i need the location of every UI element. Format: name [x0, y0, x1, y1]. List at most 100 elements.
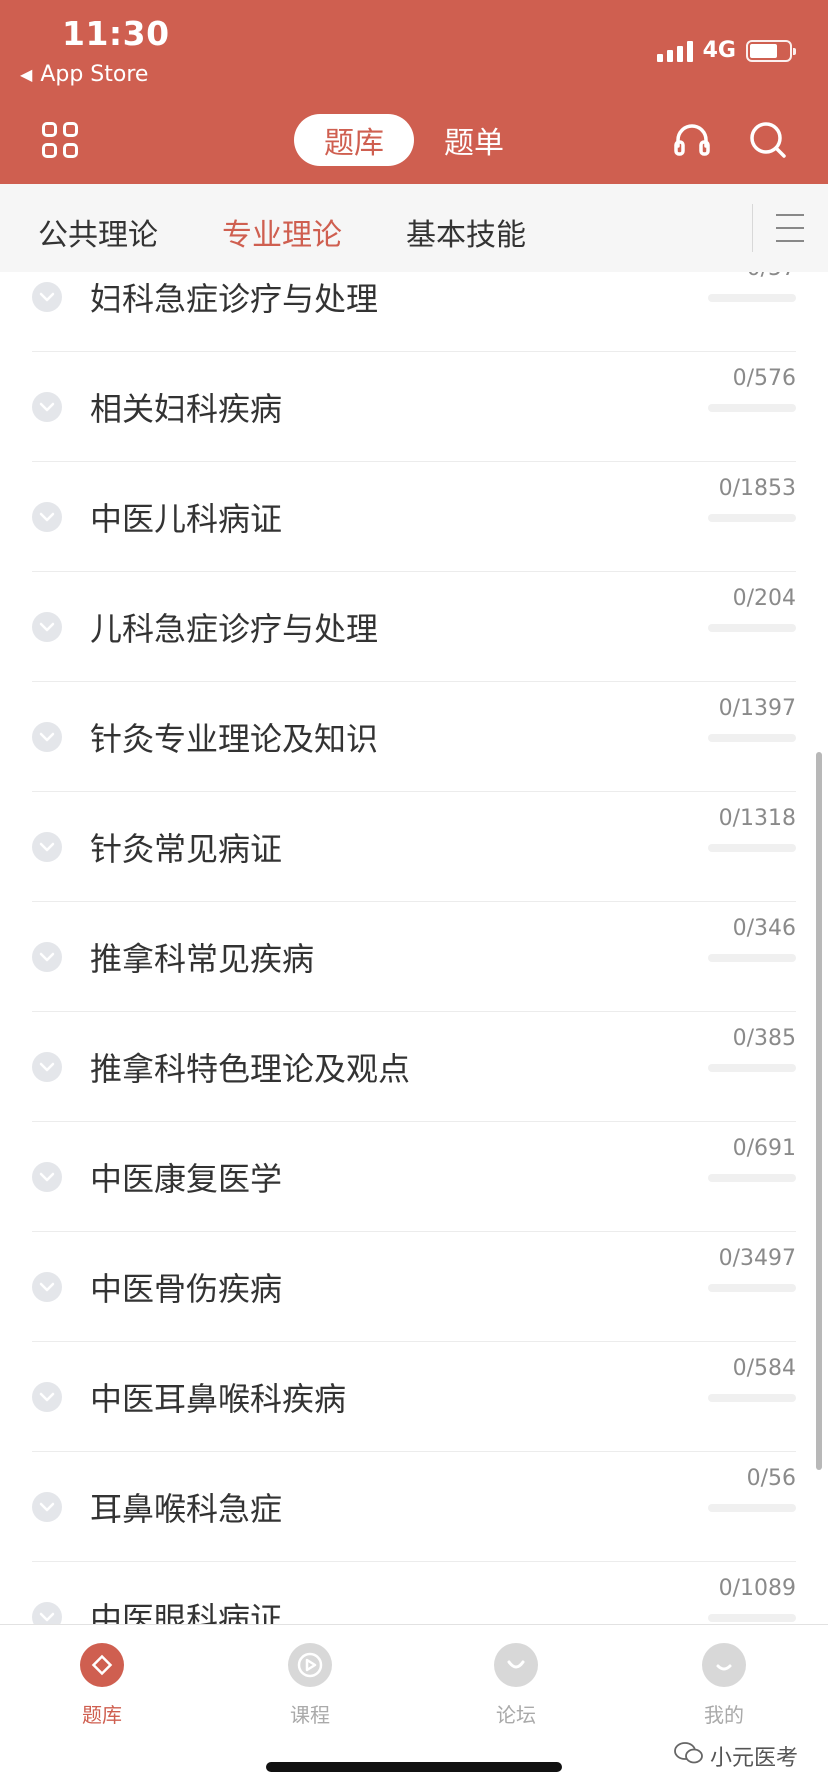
watermark: 小元医考	[674, 1740, 798, 1772]
list-item[interactable]: 妇科急症诊疗与处理 0/57	[0, 272, 828, 352]
list-item[interactable]: 中医康复医学 0/691	[0, 1122, 828, 1232]
chapter-title: 推拿科常见疾病	[90, 940, 315, 978]
nav-profile[interactable]: 我的	[664, 1643, 784, 1728]
app-header: 11:30 ◀ App Store 4G 题库 题单	[0, 0, 828, 184]
progress-bar	[708, 1174, 796, 1182]
play-icon	[288, 1643, 332, 1687]
list-item[interactable]: 推拿科常见疾病 0/346	[0, 902, 828, 1012]
chapter-title: 妇科急症诊疗与处理	[90, 280, 379, 318]
nav-courses[interactable]: 课程	[250, 1643, 370, 1728]
progress-count: 0/346	[732, 916, 796, 941]
list-item[interactable]: 相关妇科疾病 0/576	[0, 352, 828, 462]
chevron-down-icon[interactable]	[32, 1162, 62, 1192]
list-item[interactable]: 中医儿科病证 0/1853	[0, 462, 828, 572]
chapter-title: 中医儿科病证	[90, 500, 283, 538]
nav-label: 课程	[290, 1703, 330, 1727]
progress-count: 0/57	[747, 272, 796, 281]
chevron-down-icon[interactable]	[32, 942, 62, 972]
signal-icon	[656, 40, 693, 62]
tab-basic-skills[interactable]: 基本技能	[406, 210, 526, 254]
nav-label: 论坛	[496, 1703, 536, 1727]
chapter-list: 妇科急症诊疗与处理 0/57 相关妇科疾病 0/576 中医儿科病证 0/1853 儿科急症…	[0, 272, 828, 1624]
nav-label: 题库	[82, 1703, 122, 1727]
back-app-label: App Store	[40, 62, 149, 87]
chapter-title: 耳鼻喉科急症	[90, 1490, 283, 1528]
chevron-down-icon[interactable]	[32, 612, 62, 642]
progress-bar	[708, 1504, 796, 1512]
category-tabs: 公共理论 专业理论 基本技能	[0, 184, 828, 272]
progress-bar	[708, 734, 796, 742]
chapter-title: 中医康复医学	[90, 1160, 283, 1198]
chevron-down-icon[interactable]	[32, 1492, 62, 1522]
progress-count: 0/1397	[718, 696, 796, 721]
progress-bar	[708, 1284, 796, 1292]
chapter-title: 相关妇科疾病	[90, 390, 283, 428]
watermark-text: 小元医考	[709, 1746, 798, 1771]
status-indicators: 4G	[656, 38, 796, 63]
search-icon[interactable]	[748, 120, 788, 160]
headset-icon[interactable]	[672, 120, 712, 160]
tabs-divider	[752, 204, 753, 252]
question-bank-icon	[80, 1643, 124, 1687]
progress-count: 0/1089	[718, 1576, 796, 1601]
progress-bar	[708, 1394, 796, 1402]
menu-icon[interactable]	[776, 214, 804, 242]
battery-icon	[746, 39, 796, 62]
forum-icon	[494, 1643, 538, 1687]
list-item[interactable]: 中医骨伤疾病 0/3497	[0, 1232, 828, 1342]
chevron-down-icon[interactable]	[32, 1602, 62, 1624]
progress-bar	[708, 1614, 796, 1622]
list-item[interactable]: 耳鼻喉科急症 0/56	[0, 1452, 828, 1562]
progress-bar	[708, 404, 796, 412]
progress-bar	[708, 624, 796, 632]
chevron-down-icon[interactable]	[32, 722, 62, 752]
chapter-title: 中医骨伤疾病	[90, 1270, 283, 1308]
list-item[interactable]: 中医耳鼻喉科疾病 0/584	[0, 1342, 828, 1452]
chevron-down-icon[interactable]	[32, 1382, 62, 1412]
chevron-down-icon[interactable]	[32, 1272, 62, 1302]
status-time: 11:30	[62, 14, 170, 53]
chevron-down-icon[interactable]	[32, 832, 62, 862]
wechat-icon	[674, 1741, 704, 1771]
chevron-down-icon[interactable]	[32, 392, 62, 422]
progress-count: 0/584	[732, 1356, 796, 1381]
nav-forum[interactable]: 论坛	[456, 1643, 576, 1728]
chevron-down-icon[interactable]	[32, 282, 62, 312]
grid-icon[interactable]	[42, 122, 78, 158]
nav-label: 我的	[704, 1703, 744, 1727]
profile-icon	[702, 1643, 746, 1687]
progress-count: 0/1853	[718, 476, 796, 501]
segment-control: 题库 题单	[294, 114, 534, 166]
chapter-title: 针灸常见病证	[90, 830, 283, 868]
network-type: 4G	[702, 38, 736, 63]
list-item[interactable]: 中医眼科病证 0/1089	[0, 1562, 828, 1624]
tab-public-theory[interactable]: 公共理论	[38, 210, 158, 254]
chapter-title: 中医耳鼻喉科疾病	[90, 1380, 347, 1418]
tab-professional-theory[interactable]: 专业理论	[222, 210, 342, 254]
list-item[interactable]: 针灸专业理论及知识 0/1397	[0, 682, 828, 792]
nav-question-bank[interactable]: 题库	[42, 1643, 162, 1728]
list-item[interactable]: 针灸常见病证 0/1318	[0, 792, 828, 902]
progress-count: 0/204	[732, 586, 796, 611]
progress-bar	[708, 294, 796, 302]
list-item[interactable]: 儿科急症诊疗与处理 0/204	[0, 572, 828, 682]
chapter-title: 儿科急症诊疗与处理	[90, 610, 379, 648]
home-indicator[interactable]	[266, 1762, 562, 1772]
chapter-title: 针灸专业理论及知识	[90, 720, 379, 758]
scrollbar[interactable]	[816, 752, 822, 1470]
progress-count: 0/576	[732, 366, 796, 391]
segment-question-bank[interactable]: 题库	[294, 114, 414, 166]
back-triangle-icon: ◀	[20, 65, 33, 84]
segment-question-list[interactable]: 题单	[414, 114, 534, 166]
chevron-down-icon[interactable]	[32, 1052, 62, 1082]
progress-count: 0/691	[732, 1136, 796, 1161]
progress-bar	[708, 954, 796, 962]
chevron-down-icon[interactable]	[32, 502, 62, 532]
progress-bar	[708, 514, 796, 522]
progress-count: 0/56	[746, 1466, 796, 1491]
list-item[interactable]: 推拿科特色理论及观点 0/385	[0, 1012, 828, 1122]
progress-bar	[708, 844, 796, 852]
chapter-title: 中医眼科病证	[90, 1600, 283, 1624]
back-to-app-store[interactable]: ◀ App Store	[20, 62, 148, 87]
progress-bar	[708, 1064, 796, 1072]
